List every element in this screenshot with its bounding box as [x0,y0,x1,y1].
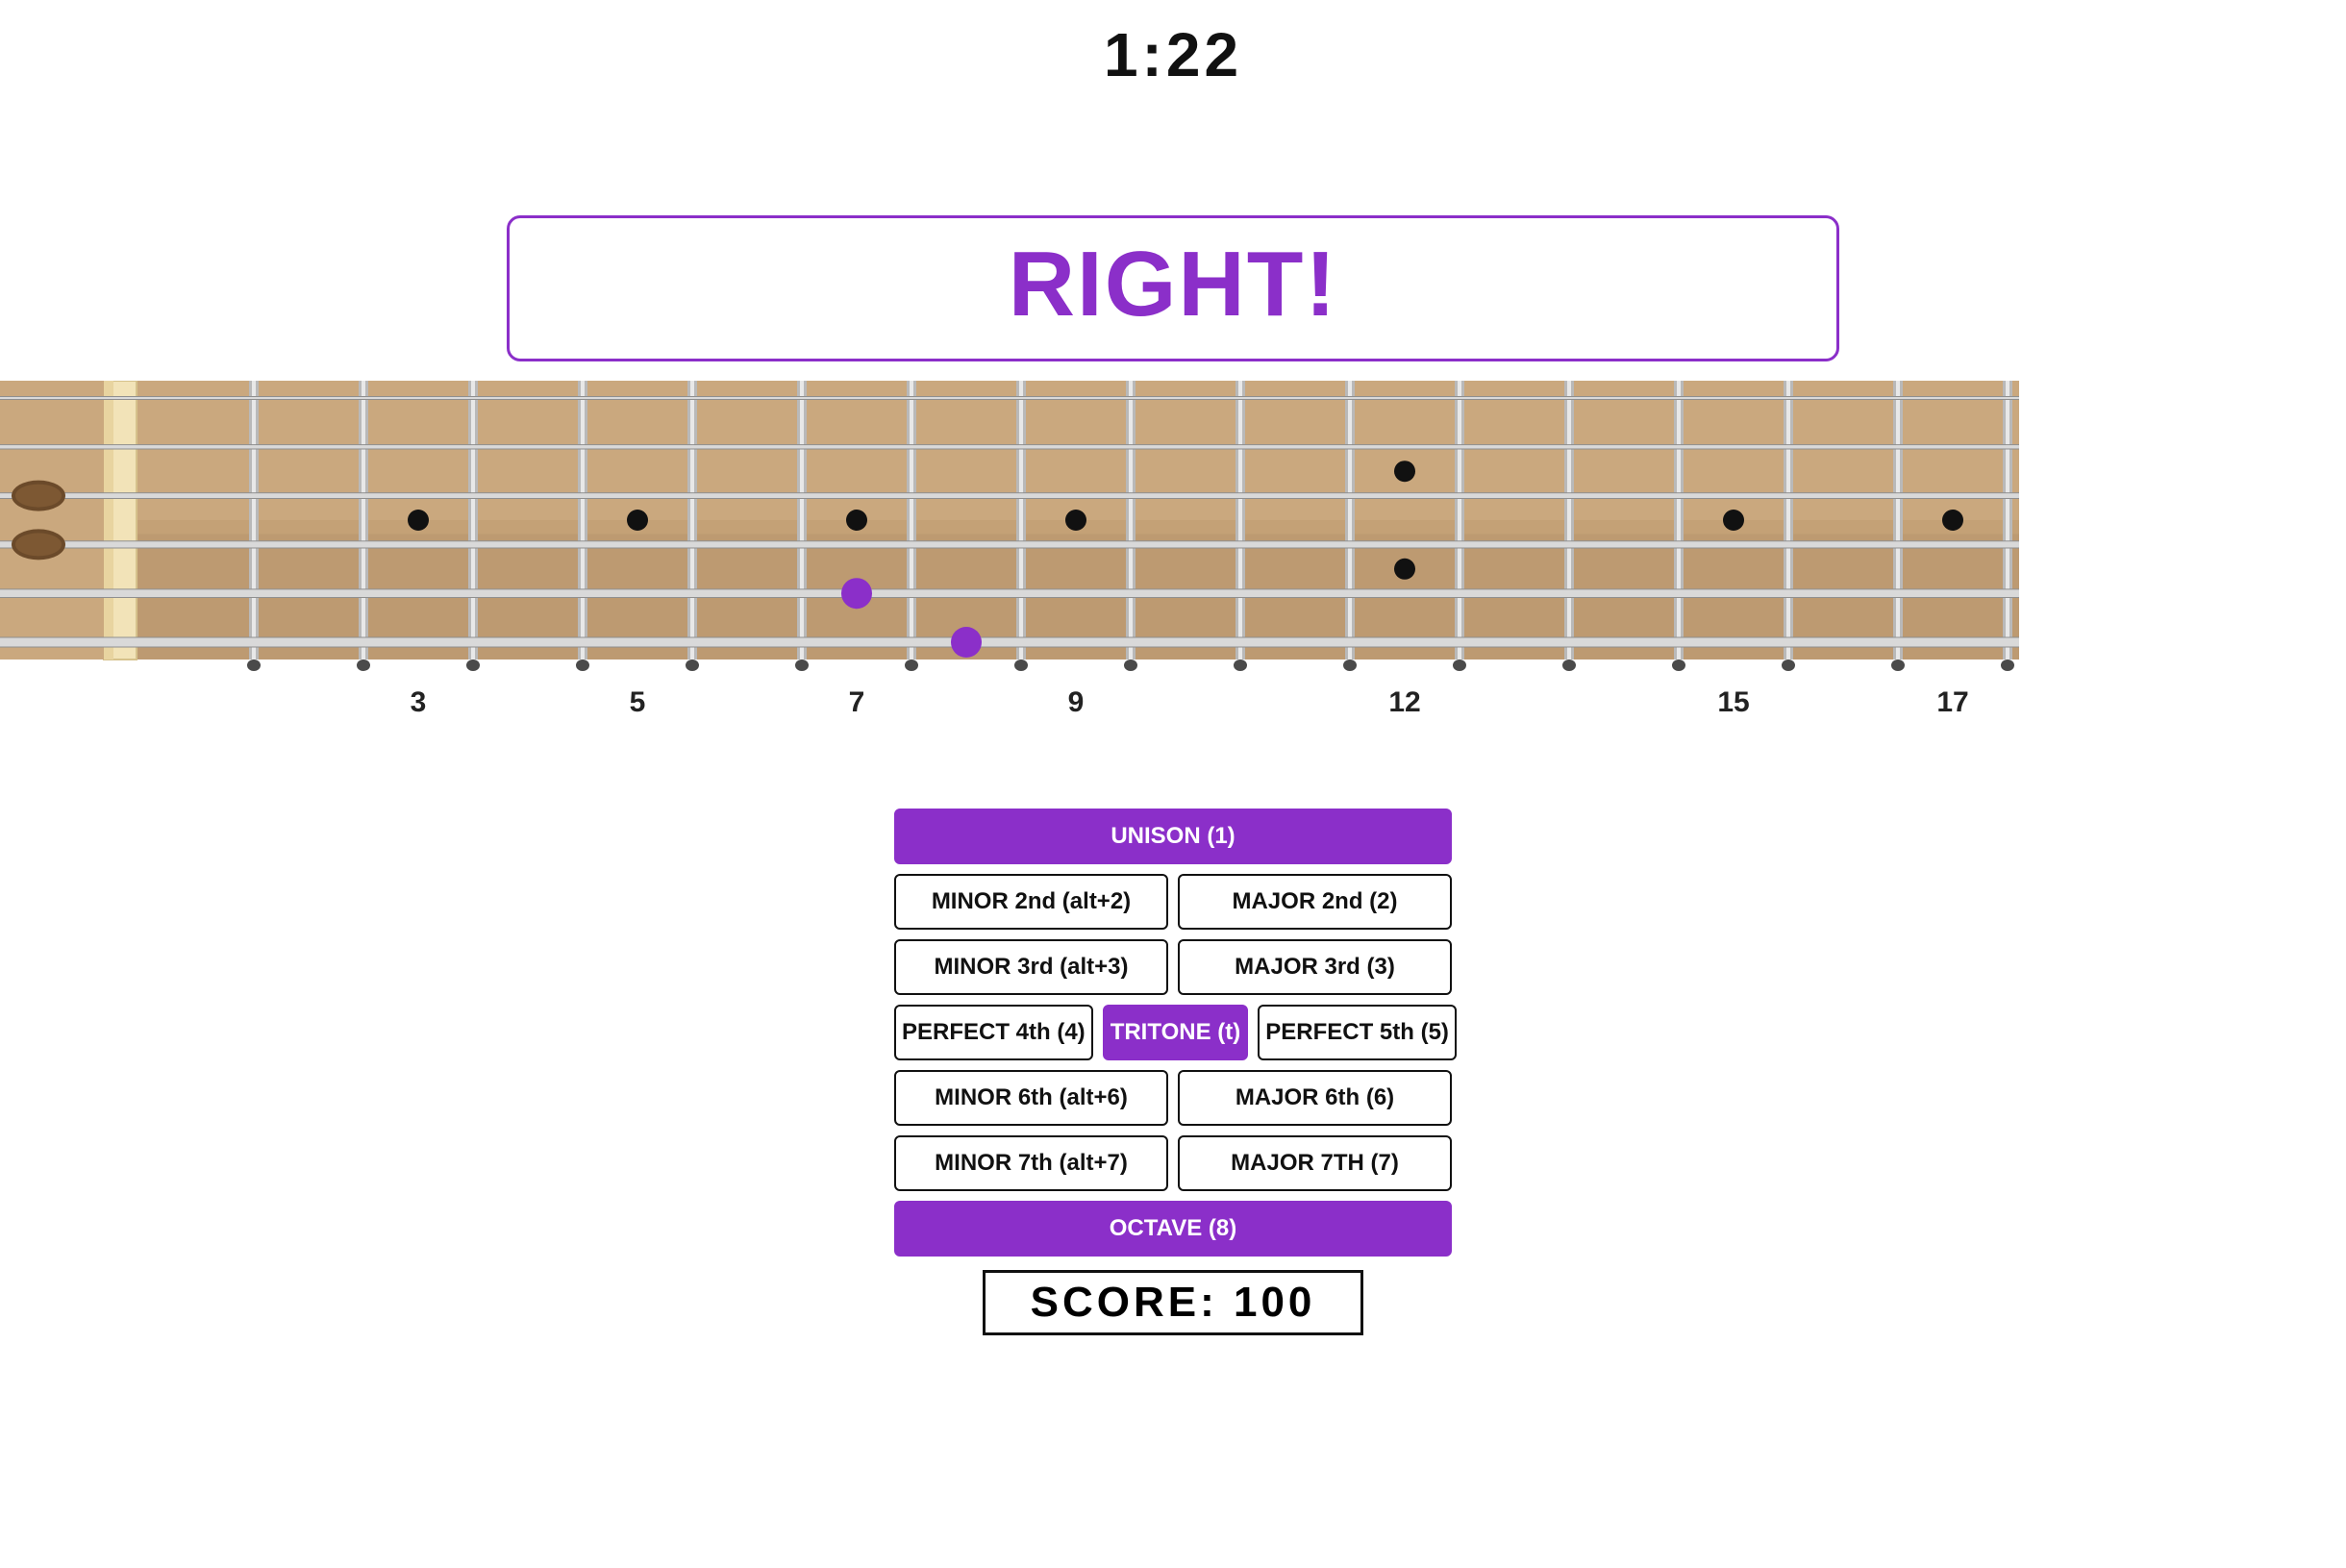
interval-button[interactable]: UNISON (1) [894,809,1452,864]
fret-label: 15 [1717,686,1749,719]
interval-button[interactable]: TRITONE (t) [1103,1005,1249,1060]
interval-button[interactable]: MINOR 2nd (alt+2) [894,874,1168,930]
interval-button[interactable]: MINOR 7th (alt+7) [894,1135,1168,1191]
fret-label: 9 [1068,686,1085,719]
feedback-box: RIGHT! [507,215,1839,361]
fret-label: 3 [411,686,427,719]
interval-button[interactable]: MAJOR 6th (6) [1178,1070,1452,1126]
fret-label: 17 [1936,686,1968,719]
interval-button[interactable]: MAJOR 2nd (2) [1178,874,1452,930]
interval-button[interactable]: OCTAVE (8) [894,1201,1452,1257]
timer: 1:22 [0,19,2346,90]
interval-button[interactable]: MINOR 6th (alt+6) [894,1070,1168,1126]
fretboard[interactable]: 3579121517 [0,381,2019,684]
interval-button-grid: UNISON (1) MINOR 2nd (alt+2)MAJOR 2nd (2)… [894,809,1452,1257]
feedback-text: RIGHT! [1009,233,1338,336]
score-box: SCORE: 100 [983,1270,1363,1335]
fret-label: 5 [630,686,646,719]
interval-button[interactable]: PERFECT 5th (5) [1258,1005,1457,1060]
interval-button[interactable]: MAJOR 7TH (7) [1178,1135,1452,1191]
interval-button[interactable]: MINOR 3rd (alt+3) [894,939,1168,995]
score-text: SCORE: 100 [1031,1279,1316,1326]
interval-button[interactable]: PERFECT 4th (4) [894,1005,1093,1060]
interval-button[interactable]: MAJOR 3rd (3) [1178,939,1452,995]
fret-label: 12 [1388,686,1420,719]
fret-label: 7 [849,686,865,719]
